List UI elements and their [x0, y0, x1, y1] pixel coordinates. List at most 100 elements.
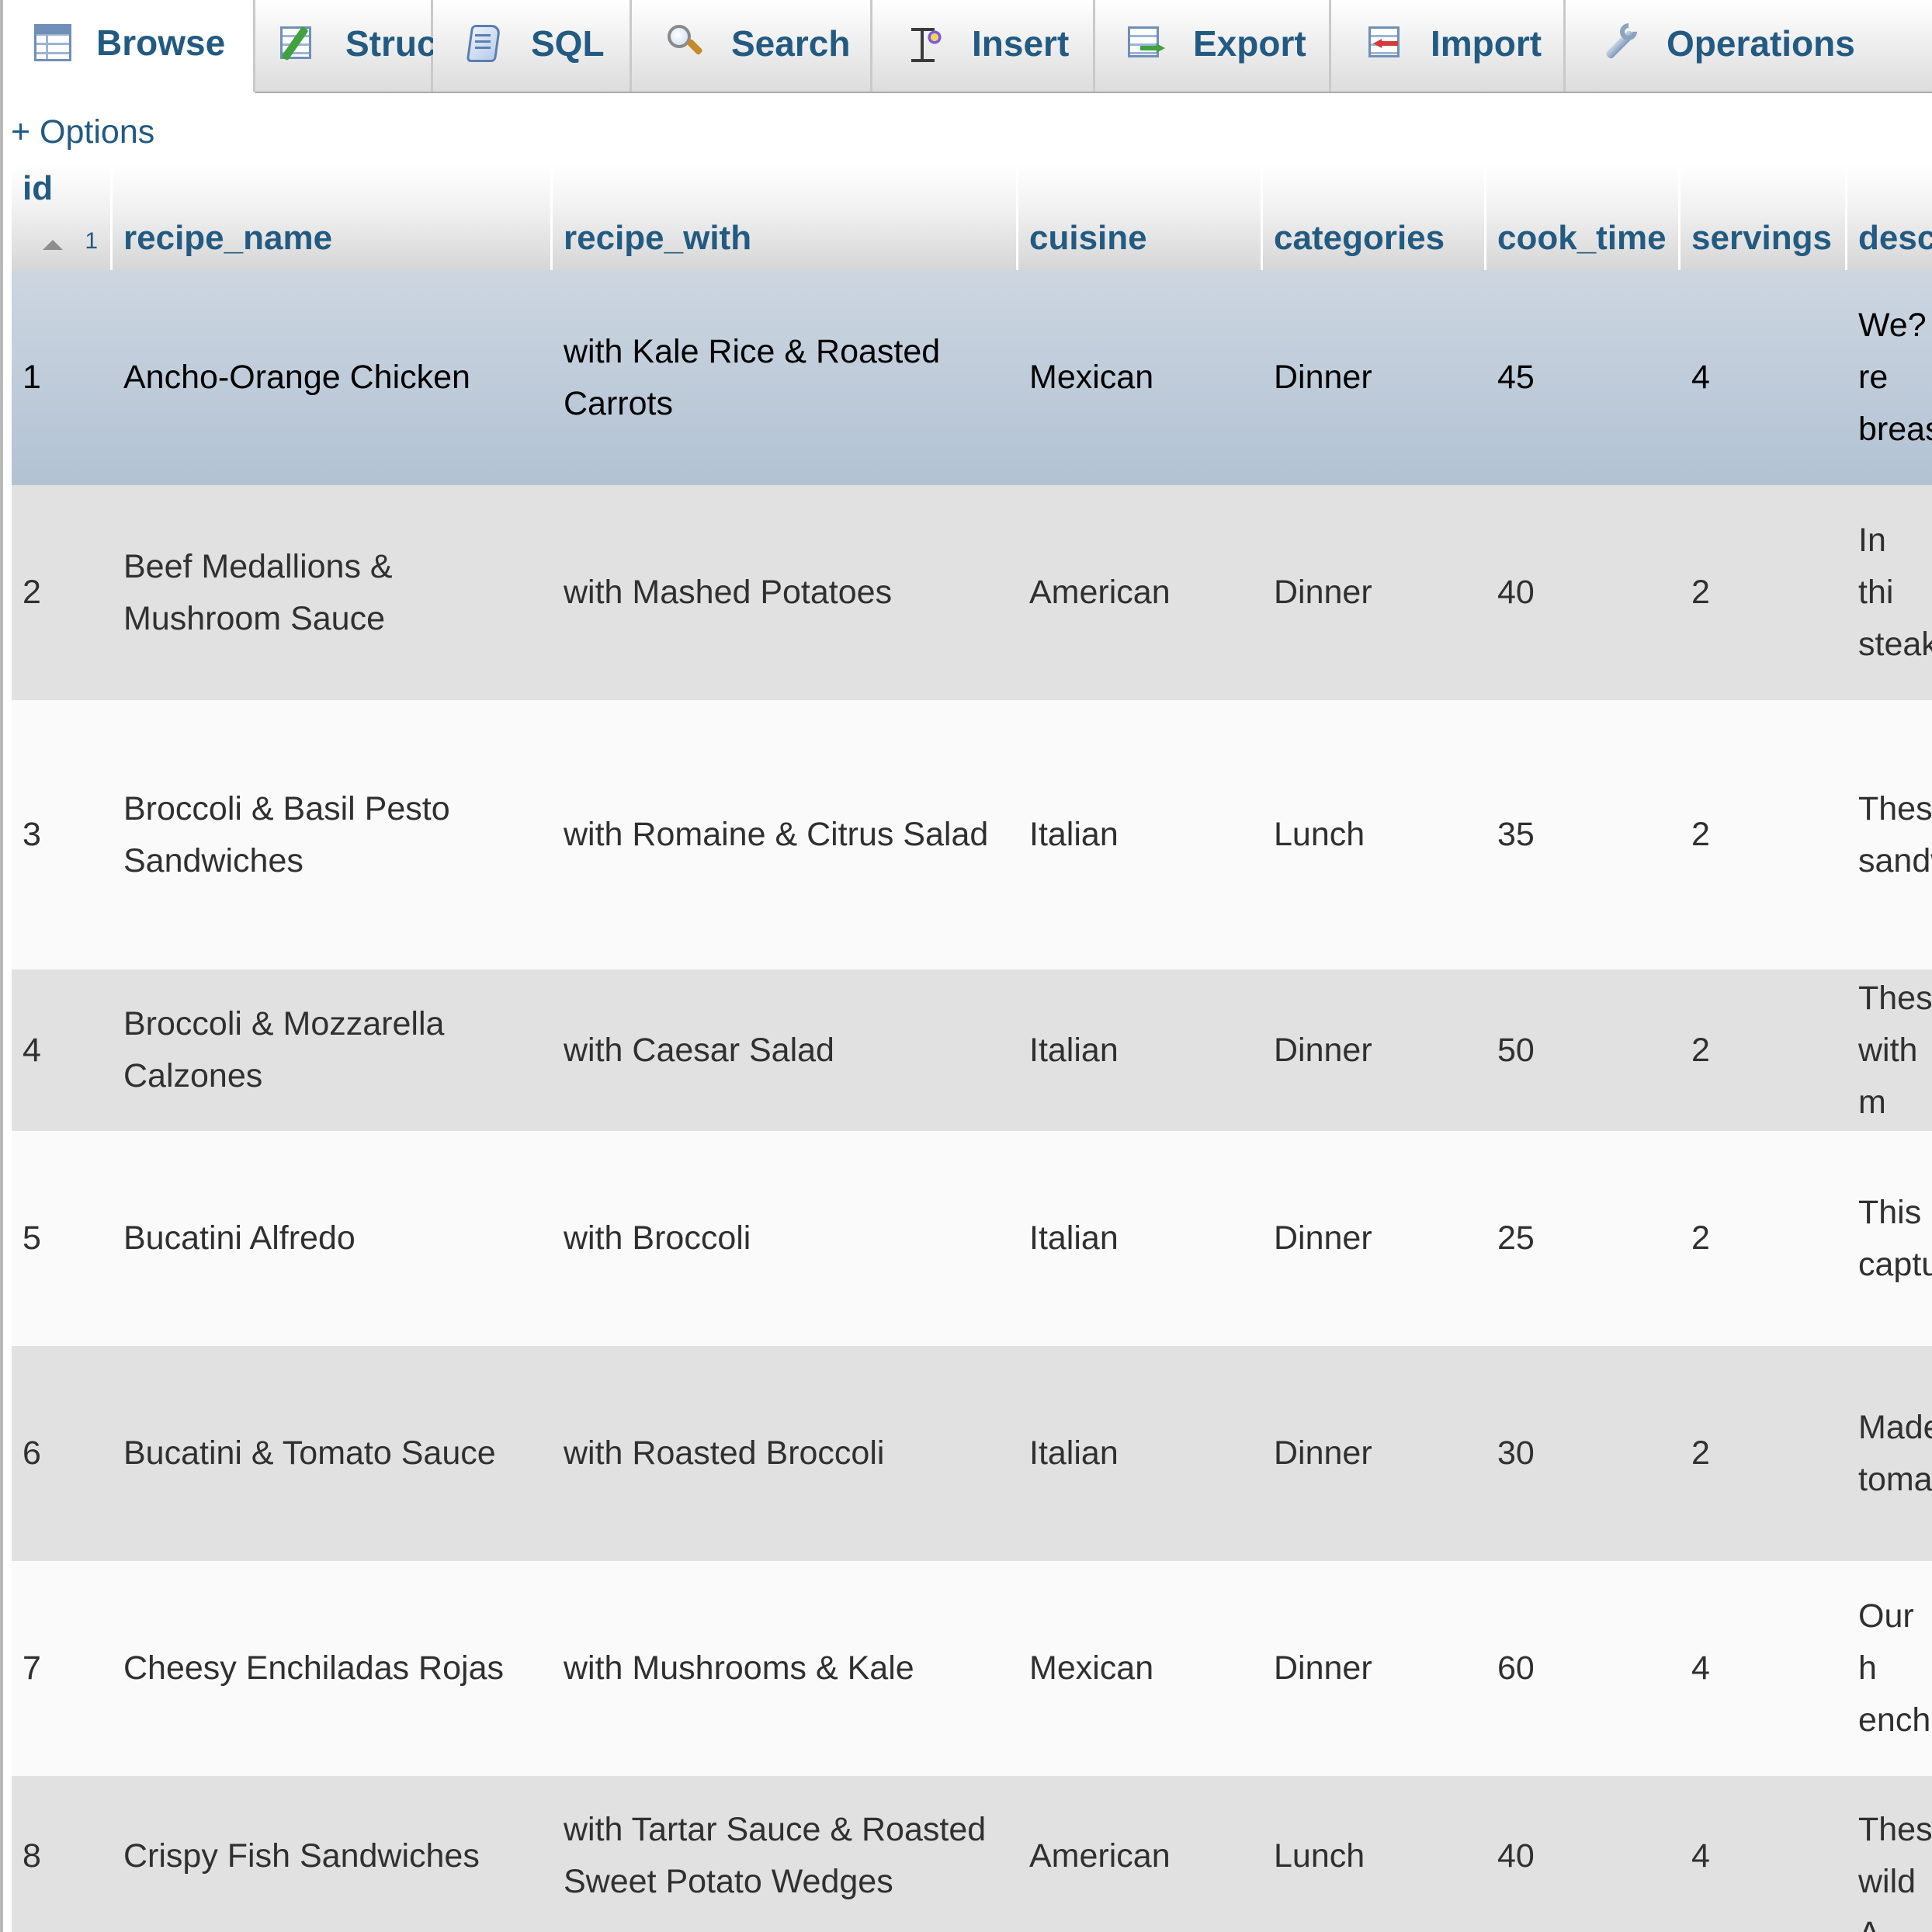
cell-recipe-name: Crispy Fish Sandwiches	[123, 1837, 480, 1875]
cell-id: 4	[23, 1031, 41, 1069]
tab-search-label: Search	[731, 23, 851, 64]
cell-cook-time: 25	[1497, 1219, 1535, 1257]
cell-servings: 2	[1691, 1434, 1710, 1472]
sort-ascending-icon	[43, 240, 63, 250]
tab-browse[interactable]: Browse	[3, 0, 255, 93]
column-header-label: servings	[1691, 219, 1832, 257]
cell-id: 8	[23, 1837, 41, 1875]
column-header-cuisine[interactable]: cuisine	[1018, 165, 1263, 270]
cell-servings: 2	[1691, 574, 1710, 611]
cell-servings: 2	[1691, 1031, 1710, 1069]
cell-cook-time: 40	[1497, 574, 1535, 611]
table-row[interactable]: 2 Beef Medallions & Mushroom Sauce with …	[12, 485, 1932, 700]
tab-import-label: Import	[1431, 23, 1542, 64]
column-header-cook-time[interactable]: cook_time	[1486, 165, 1681, 270]
column-header-label: cuisine	[1029, 219, 1147, 257]
tab-browse-label: Browse	[96, 23, 226, 63]
tab-export-label: Export	[1193, 23, 1306, 64]
sql-icon	[463, 22, 506, 65]
column-header-id[interactable]: id 1	[12, 165, 113, 270]
cell-categories: Dinner	[1274, 1434, 1372, 1472]
tab-insert-label: Insert	[972, 23, 1070, 64]
cell-cuisine: Italian	[1029, 1434, 1119, 1472]
column-header-label: id	[23, 169, 54, 207]
cell-recipe-name: Bucatini Alfredo	[123, 1219, 356, 1257]
cell-recipe-name: Bucatini & Tomato Sauce	[123, 1434, 496, 1472]
table-row[interactable]: 6 Bucatini & Tomato Sauce with Roasted B…	[12, 1346, 1932, 1561]
search-icon	[663, 22, 706, 65]
structure-icon	[277, 22, 321, 65]
tab-operations[interactable]: Operations	[1566, 0, 1932, 93]
tab-insert[interactable]: Insert	[872, 0, 1095, 93]
tab-search[interactable]: Search	[632, 0, 872, 93]
table-row[interactable]: 8 Crispy Fish Sandwiches with Tartar Sau…	[12, 1776, 1932, 1932]
browse-icon	[34, 24, 71, 61]
sort-order-number: 1	[85, 228, 98, 254]
tab-sql[interactable]: SQL	[433, 0, 632, 93]
cell-description: These sandw	[1858, 789, 1932, 879]
table-row[interactable]: 4 Broccoli & Mozzarella Calzones with Ca…	[12, 969, 1932, 1131]
tab-structure[interactable]: Structure	[255, 0, 504, 93]
cell-id: 1	[23, 359, 41, 396]
export-icon	[1125, 22, 1168, 65]
table-row[interactable]: 1 Ancho-Orange Chicken with Kale Rice & …	[12, 270, 1932, 485]
results-table: id 1 recipe_name recipe_with cuisine cat…	[12, 165, 1932, 1932]
cell-categories: Dinner	[1274, 1031, 1372, 1069]
column-header-servings[interactable]: servings	[1681, 165, 1847, 270]
cell-servings: 4	[1691, 1649, 1710, 1687]
cell-servings: 2	[1691, 816, 1710, 853]
cell-cuisine: American	[1029, 1837, 1171, 1875]
cell-id: 6	[23, 1434, 41, 1472]
column-header-label: cook_time	[1497, 219, 1667, 257]
cell-servings: 4	[1691, 1837, 1710, 1875]
insert-icon	[904, 22, 947, 65]
phpmyadmin-browse-page: Browse Structure SQL Search Insert Expor…	[0, 0, 1932, 1932]
options-link[interactable]: + Options	[11, 113, 154, 151]
cell-cook-time: 45	[1497, 359, 1535, 396]
cell-recipe-name: Beef Medallions & Mushroom Sauce	[123, 547, 393, 637]
cell-cuisine: Mexican	[1029, 359, 1154, 396]
table-row[interactable]: 3 Broccoli & Basil Pesto Sandwiches with…	[12, 700, 1932, 969]
cell-id: 3	[23, 816, 41, 853]
cell-cook-time: 40	[1497, 1837, 1535, 1875]
table-header: id 1 recipe_name recipe_with cuisine cat…	[12, 165, 1932, 270]
cell-cuisine: Mexican	[1029, 1649, 1154, 1687]
cell-cook-time: 50	[1497, 1031, 1535, 1069]
tab-export[interactable]: Export	[1095, 0, 1331, 93]
table-row[interactable]: 5 Bucatini Alfredo with Broccoli Italian…	[12, 1131, 1932, 1346]
cell-recipe-name: Cheesy Enchiladas Rojas	[123, 1649, 504, 1687]
cell-cuisine: Italian	[1029, 816, 1119, 853]
column-header-label: categories	[1274, 219, 1445, 257]
tab-sql-label: SQL	[531, 23, 605, 64]
cell-description: Made toma	[1858, 1408, 1932, 1498]
cell-cook-time: 60	[1497, 1649, 1535, 1687]
cell-recipe-with: with Mushrooms & Kale	[564, 1649, 914, 1687]
cell-categories: Dinner	[1274, 574, 1372, 611]
cell-description: We?re breas	[1858, 307, 1932, 448]
cell-description: This captu	[1858, 1193, 1932, 1283]
cell-cook-time: 30	[1497, 1434, 1535, 1472]
cell-categories: Dinner	[1274, 359, 1372, 396]
column-header-recipe-name[interactable]: recipe_name	[113, 165, 553, 270]
cell-recipe-name: Broccoli & Basil Pesto Sandwiches	[123, 789, 450, 879]
cell-recipe-with: with Romaine & Citrus Salad	[564, 816, 989, 853]
cell-recipe-with: with Kale Rice & Roasted Carrots	[564, 332, 941, 422]
cell-cuisine: Italian	[1029, 1219, 1119, 1257]
import-icon	[1362, 22, 1406, 65]
cell-id: 5	[23, 1219, 41, 1257]
table-row[interactable]: 7 Cheesy Enchiladas Rojas with Mushrooms…	[12, 1561, 1932, 1776]
cell-recipe-with: with Tartar Sauce & Roasted Sweet Potato…	[564, 1811, 987, 1900]
column-header-label: recipe_name	[123, 219, 333, 257]
tab-bar: Browse Structure SQL Search Insert Expor…	[3, 0, 1932, 93]
cell-categories: Lunch	[1274, 816, 1365, 853]
column-header-categories[interactable]: categories	[1263, 165, 1486, 270]
column-header-description[interactable]: description	[1847, 165, 1932, 270]
column-header-recipe-with[interactable]: recipe_with	[553, 165, 1018, 270]
cell-recipe-name: Ancho-Orange Chicken	[123, 359, 470, 396]
tab-import[interactable]: Import	[1331, 0, 1566, 93]
cell-id: 2	[23, 574, 41, 611]
cell-categories: Dinner	[1274, 1219, 1372, 1257]
cell-id: 7	[23, 1649, 41, 1687]
cell-servings: 4	[1691, 359, 1710, 396]
cell-categories: Dinner	[1274, 1649, 1372, 1687]
